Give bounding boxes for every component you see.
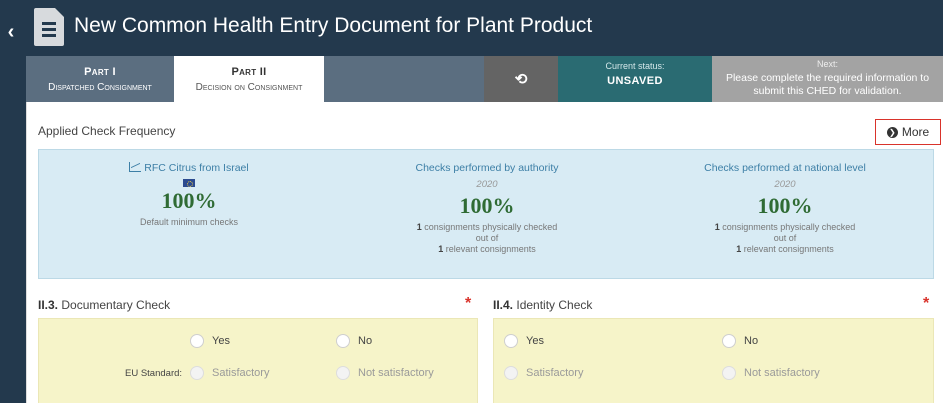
national-year: 2020 <box>774 179 796 190</box>
line-chart-icon <box>129 162 142 172</box>
tab-part-2-number: Part II <box>231 65 267 78</box>
doc-yes-radio[interactable]: Yes <box>190 334 230 348</box>
history-icon: ⟲ <box>514 71 528 88</box>
authority-heading: Checks performed by authority <box>415 162 559 174</box>
id-not-satisfactory-radio[interactable]: Not satisfactory <box>722 366 820 380</box>
tab-part-1[interactable]: Part I Dispatched Consignment <box>26 56 174 102</box>
authority-detail: 1 consignments physically checked out of… <box>416 222 558 254</box>
current-status-label: Current status: <box>605 61 665 71</box>
applied-check-title: Applied Check Frequency <box>38 124 176 138</box>
eu-standard-label: EU Standard: <box>125 368 183 379</box>
tab-part-2[interactable]: Part II Decision on Consignment <box>174 56 324 102</box>
main-content: Applied Check Frequency ❯ More RFC Citru… <box>26 102 943 403</box>
next-step-label: Next: <box>816 59 838 69</box>
app-frame: ‹ New Common Health Entry Document for P… <box>0 0 943 403</box>
page-title: New Common Health Entry Document for Pla… <box>74 14 593 37</box>
id-yes-radio[interactable]: Yes <box>504 334 544 348</box>
documentary-check-panel: Yes No EU Standard: Satisfactory Not sat… <box>38 318 478 403</box>
document-icon <box>34 8 64 46</box>
current-status: Current status: UNSAVED <box>558 56 712 102</box>
tab-part-1-label: Dispatched Consignment <box>48 81 152 93</box>
authority-year: 2020 <box>476 179 498 190</box>
national-column: Checks performed at national level 2020 … <box>645 162 925 255</box>
back-chevron-icon[interactable]: ‹ <box>0 18 22 46</box>
doc-no-radio[interactable]: No <box>336 334 372 348</box>
rfc-heading: RFC Citrus from Israel <box>144 162 249 174</box>
rfc-link[interactable]: RFC Citrus from Israel <box>49 162 329 174</box>
authority-percent: 100% <box>459 193 515 218</box>
next-step-text: Please complete the required information… <box>725 72 930 97</box>
national-detail: 1 consignments physically checked out of… <box>714 222 856 254</box>
tab-bar: Part I Dispatched Consignment Part II De… <box>26 56 943 102</box>
eu-flag-icon <box>183 179 195 187</box>
doc-not-satisfactory-radio[interactable]: Not satisfactory <box>336 366 434 380</box>
documentary-check-title: II.3. Documentary Check <box>38 298 171 312</box>
rfc-column: RFC Citrus from Israel 100% Default mini… <box>49 162 329 228</box>
required-mark: * <box>465 295 472 312</box>
tab-part-1-number: Part I <box>84 65 116 78</box>
doc-satisfactory-radio[interactable]: Satisfactory <box>190 366 269 380</box>
more-label: More <box>901 125 930 139</box>
national-heading: Checks performed at national level <box>704 162 866 174</box>
tab-part-2-label: Decision on Consignment <box>195 81 303 93</box>
chevron-right-circle-icon: ❯ <box>886 126 898 138</box>
identity-check-title: II.4. Identity Check <box>493 298 593 312</box>
id-satisfactory-radio[interactable]: Satisfactory <box>504 366 583 380</box>
more-button[interactable]: ❯ More <box>875 119 941 145</box>
history-button[interactable]: ⟲ <box>484 56 558 102</box>
required-mark: * <box>923 295 930 312</box>
national-percent: 100% <box>757 193 813 218</box>
current-status-value: UNSAVED <box>607 75 663 87</box>
next-step: Next: Please complete the required infor… <box>712 56 943 102</box>
identity-check-panel: Yes No Satisfactory Not satisfactory <box>493 318 934 403</box>
rfc-note: Default minimum checks <box>139 217 239 227</box>
rfc-percent: 100% <box>161 188 217 213</box>
id-no-radio[interactable]: No <box>722 334 758 348</box>
authority-column: Checks performed by authority 2020 100% … <box>347 162 627 255</box>
rfc-panel: RFC Citrus from Israel 100% Default mini… <box>38 149 934 279</box>
